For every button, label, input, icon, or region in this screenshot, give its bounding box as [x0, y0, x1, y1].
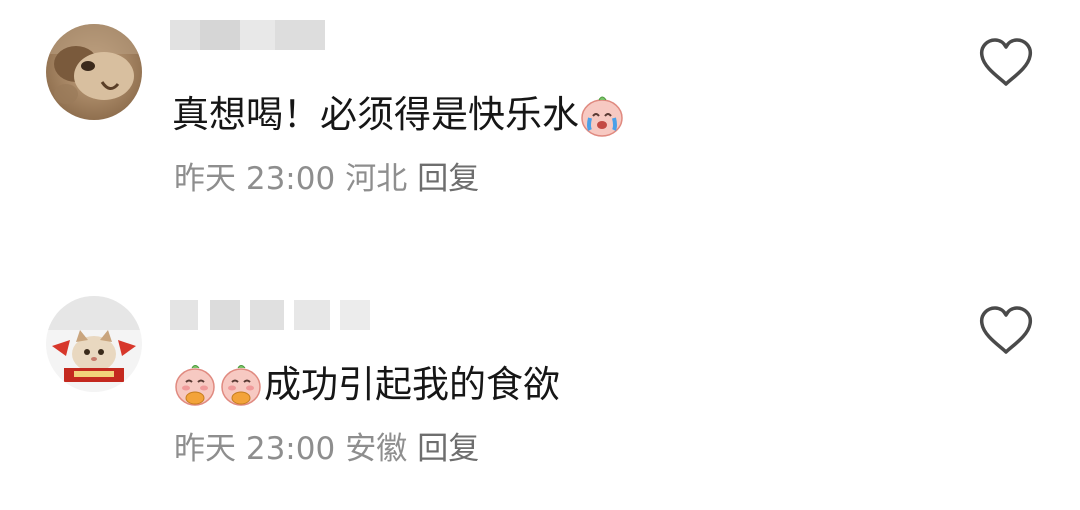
peach-eating-emoji	[172, 362, 218, 408]
reply-button[interactable]: 回复	[417, 161, 479, 197]
user-avatar[interactable]	[46, 24, 142, 120]
username-blurred[interactable]	[170, 300, 370, 330]
comment-location: 河北	[345, 161, 408, 197]
peach-eating-emoji	[218, 362, 264, 408]
comment-item: 真想喝！必须得是快乐水 昨天 23:00 河北 回复	[0, 0, 1080, 250]
comment-text-row: 成功引起我的食欲	[172, 360, 560, 410]
user-avatar[interactable]	[46, 296, 142, 392]
username-blurred[interactable]	[170, 20, 325, 50]
like-button[interactable]	[978, 306, 1034, 356]
comment-text-row: 真想喝！必须得是快乐水	[172, 90, 625, 140]
heart-outline-icon	[979, 38, 1033, 86]
comment-text: 成功引起我的食欲	[264, 363, 560, 406]
comment-item: 成功引起我的食欲 昨天 23:00 安徽 回复	[0, 270, 1080, 510]
comment-time: 昨天 23:00	[174, 161, 336, 197]
reply-button[interactable]: 回复	[417, 431, 479, 467]
heart-outline-icon	[979, 306, 1033, 354]
comment-text: 真想喝！必须得是快乐水	[172, 93, 579, 136]
comment-list: 真想喝！必须得是快乐水 昨天 23:00 河北 回复 成功引起我的食欲 昨天 2…	[0, 0, 1080, 510]
comment-time: 昨天 23:00	[174, 431, 336, 467]
comment-meta: 昨天 23:00 河北 回复	[174, 157, 489, 201]
comment-meta: 昨天 23:00 安徽 回复	[174, 427, 489, 471]
comment-location: 安徽	[345, 431, 408, 467]
crying-peach-emoji	[579, 92, 625, 138]
like-button[interactable]	[978, 38, 1034, 88]
bear-avatar-icon	[46, 24, 142, 120]
cat-avatar-icon	[46, 296, 142, 392]
